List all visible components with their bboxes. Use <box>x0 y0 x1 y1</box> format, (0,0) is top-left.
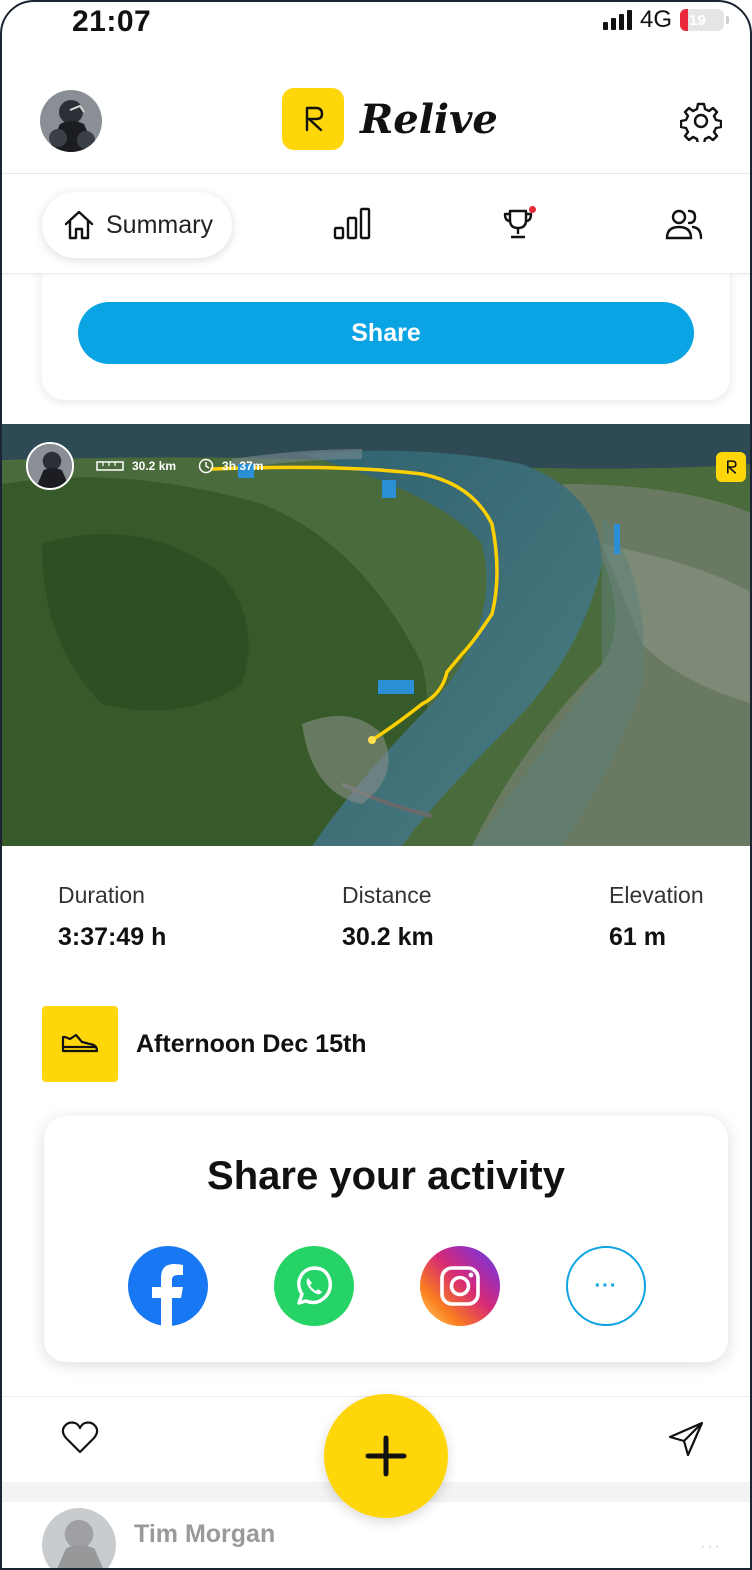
share-button[interactable]: Share <box>78 302 694 364</box>
people-icon <box>665 209 703 240</box>
facebook-share-button[interactable] <box>128 1246 208 1326</box>
activity-title: Afternoon Dec 15th <box>136 1029 367 1058</box>
network-type: 4G <box>639 6 672 33</box>
map-avatar <box>26 442 74 490</box>
distance-label: Distance <box>342 882 432 908</box>
status-time: 21:07 <box>72 5 152 38</box>
more-dots-icon: ··· <box>594 1274 618 1297</box>
share-card: Share <box>42 252 730 400</box>
logo-badge-icon <box>282 88 344 150</box>
tab-stats[interactable] <box>332 202 376 246</box>
duration-label: Duration <box>58 882 145 908</box>
shoe-icon <box>42 1006 118 1082</box>
status-indicators: 4G 19 <box>602 6 729 33</box>
tab-summary-label: Summary <box>106 210 213 239</box>
bar-chart-icon <box>333 207 371 240</box>
duration-value: 3:37:49 h <box>58 923 167 951</box>
whatsapp-share-button[interactable] <box>274 1246 354 1326</box>
phone-frame: 21:07 4G 19 Relive Share Summary 30.2 km… <box>0 0 752 1570</box>
status-bar: 21:07 4G 19 <box>2 2 750 46</box>
share-activity-card: Share your activity ··· <box>44 1116 728 1362</box>
stat-elevation: Elevation 61 m <box>609 882 704 952</box>
map-overlay: 30.2 km 3h 37m <box>26 442 263 490</box>
ruler-icon <box>96 461 124 471</box>
instagram-icon <box>440 1266 480 1306</box>
elevation-value: 61 m <box>609 923 666 951</box>
tab-summary[interactable]: Summary <box>42 192 232 258</box>
heart-icon[interactable] <box>60 1419 100 1460</box>
signal-icon <box>602 10 632 30</box>
app-header: Relive <box>2 62 750 174</box>
gear-icon[interactable] <box>679 100 723 146</box>
elevation-label: Elevation <box>609 882 704 908</box>
next-post-avatar[interactable] <box>42 1508 116 1568</box>
notification-dot <box>529 206 536 213</box>
tab-friends[interactable] <box>662 202 706 246</box>
paper-plane-icon[interactable] <box>666 1419 706 1464</box>
map-duration-value: 3h 37m <box>222 459 264 473</box>
activity-header[interactable]: Afternoon Dec 15th <box>42 1006 367 1082</box>
more-share-options-button[interactable]: ··· <box>566 1246 646 1326</box>
route-map[interactable]: 30.2 km 3h 37m <box>2 424 750 846</box>
battery-level: 19 <box>689 11 706 29</box>
facebook-icon <box>152 1264 183 1326</box>
next-post-user-name[interactable]: Tim Morgan <box>134 1520 275 1549</box>
post-more-icon[interactable]: ··· <box>700 1538 722 1556</box>
activity-stats: Duration 3:37:49 h Distance 30.2 km Elev… <box>58 882 710 972</box>
whatsapp-icon <box>297 1266 332 1305</box>
instagram-share-button[interactable] <box>420 1246 500 1326</box>
tab-bar: Summary <box>2 174 750 274</box>
map-distance-value: 30.2 km <box>132 459 177 473</box>
app-logo: Relive <box>282 88 498 150</box>
plus-icon <box>365 1435 407 1477</box>
stat-duration: Duration 3:37:49 h <box>58 882 166 952</box>
app-name: Relive <box>360 95 498 143</box>
map-duration: 3h 37m <box>198 458 263 474</box>
map-distance: 30.2 km <box>96 459 176 473</box>
profile-avatar[interactable] <box>40 90 102 152</box>
distance-value: 30.2 km <box>342 923 434 951</box>
stat-distance: Distance 30.2 km <box>342 882 434 952</box>
share-activity-title: Share your activity <box>207 1154 565 1198</box>
add-activity-button[interactable] <box>324 1394 448 1518</box>
clock-icon <box>198 458 214 474</box>
home-icon <box>64 210 94 240</box>
tab-trophy[interactable] <box>496 202 540 246</box>
battery-icon: 19 <box>680 9 729 31</box>
relive-badge-icon <box>716 452 746 482</box>
